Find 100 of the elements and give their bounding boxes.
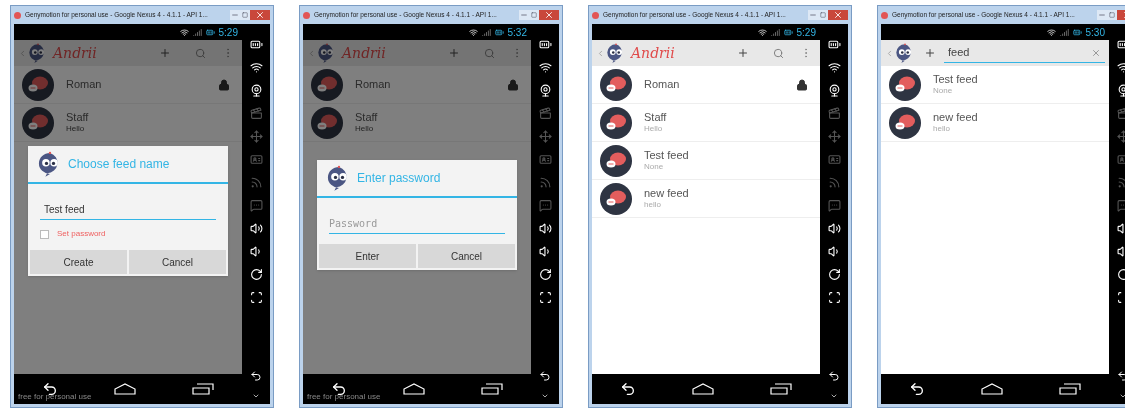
back-icon[interactable]: [250, 370, 262, 382]
caret-icon[interactable]: [830, 392, 838, 400]
battery-icon[interactable]: [538, 38, 552, 51]
dialog-title: Choose feed name: [68, 156, 170, 173]
dialog-button[interactable]: Cancel: [418, 244, 515, 268]
home-icon[interactable]: [114, 383, 136, 395]
app-icon: [592, 11, 599, 19]
add-icon[interactable]: [737, 47, 749, 59]
battery-icon[interactable]: [249, 38, 263, 51]
wifi-icon: [1046, 27, 1056, 37]
back-icon[interactable]: [620, 381, 636, 397]
add-icon[interactable]: [159, 47, 171, 59]
feed-subtitle: None: [933, 86, 954, 97]
battery-icon: [205, 27, 215, 37]
chat-avatar-icon: [600, 182, 632, 215]
signal-icon: [770, 27, 780, 37]
battery-icon: [494, 27, 504, 37]
volume-up-icon[interactable]: [249, 222, 263, 235]
caret-icon[interactable]: [541, 392, 549, 400]
chat-avatar-icon: [22, 106, 54, 139]
clock: 5:32: [507, 25, 527, 40]
close-icon[interactable]: [250, 10, 270, 20]
home-icon[interactable]: [692, 383, 714, 395]
rotate-icon[interactable]: [538, 268, 552, 281]
feed-name: Staff: [355, 110, 379, 125]
resize-icon[interactable]: [538, 291, 552, 304]
dialog-button[interactable]: Cancel: [129, 250, 226, 274]
recent-apps-icon[interactable]: [192, 383, 214, 395]
dpad-icon[interactable]: [827, 130, 841, 143]
recent-apps-icon[interactable]: [770, 383, 792, 395]
clapperboard-icon[interactable]: [538, 107, 552, 120]
wifi-icon: [179, 27, 189, 37]
message-icon[interactable]: [538, 199, 552, 212]
caret-icon[interactable]: [1119, 392, 1125, 400]
feed-name: new feed: [933, 110, 979, 125]
message-icon[interactable]: [827, 199, 841, 212]
back-icon[interactable]: [828, 370, 840, 382]
volume-down-icon[interactable]: [538, 245, 552, 258]
volume-up-icon[interactable]: [827, 222, 841, 235]
home-icon[interactable]: [403, 383, 425, 395]
chat-avatar-icon: [600, 144, 632, 177]
dpad-icon[interactable]: [538, 130, 552, 143]
app-icon: [881, 11, 888, 19]
app-icon: [14, 11, 21, 19]
feed-subtitle: Hello: [66, 124, 86, 135]
rotate-icon[interactable]: [249, 268, 263, 281]
home-icon[interactable]: [981, 383, 1003, 395]
close-icon[interactable]: [539, 10, 559, 20]
close-icon[interactable]: [828, 10, 848, 20]
feed-name: Test feed: [933, 72, 979, 87]
resize-icon[interactable]: [249, 291, 263, 304]
volume-down-icon[interactable]: [827, 245, 841, 258]
battery-icon[interactable]: [827, 38, 841, 51]
volume-down-icon[interactable]: [249, 245, 263, 258]
feed-name: Roman: [644, 77, 681, 92]
back-icon[interactable]: [539, 370, 551, 382]
recent-apps-icon[interactable]: [481, 383, 503, 395]
feed-subtitle: hello: [933, 124, 951, 135]
dpad-icon[interactable]: [249, 130, 263, 143]
chat-avatar-icon: [22, 68, 54, 101]
chat-avatar-icon: [600, 106, 632, 139]
app-title: Andrii: [342, 43, 387, 63]
resize-icon[interactable]: [827, 291, 841, 304]
app-title: Andrii: [631, 43, 676, 63]
add-icon[interactable]: [924, 47, 936, 59]
password-field[interactable]: Password: [329, 214, 505, 234]
feed-name: new feed: [644, 186, 690, 201]
clock: 5:30: [1085, 25, 1105, 40]
rotate-icon[interactable]: [827, 268, 841, 281]
chat-avatar-icon: [889, 68, 921, 101]
watermark-text: free for personal use: [18, 391, 92, 403]
dialog-button[interactable]: Enter: [319, 244, 416, 268]
dialog-button[interactable]: Create: [30, 250, 127, 274]
clock: 5:29: [796, 25, 816, 40]
caret-icon[interactable]: [252, 392, 260, 400]
search-icon[interactable]: [773, 47, 784, 59]
webcam-icon[interactable]: [538, 84, 552, 97]
clock: 5:29: [218, 25, 238, 40]
recent-apps-icon[interactable]: [1059, 383, 1081, 395]
feed-name: Roman: [355, 77, 392, 92]
feed-subtitle: Hello: [644, 124, 664, 135]
wifi-icon: [468, 27, 478, 37]
name-field[interactable]: Test feed: [40, 200, 216, 220]
feed-name: Test feed: [644, 148, 690, 163]
clapperboard-icon[interactable]: [827, 107, 841, 120]
signal-icon: [481, 27, 491, 37]
chat-avatar-icon: [311, 106, 343, 139]
chat-avatar-icon: [889, 106, 921, 139]
message-icon[interactable]: [249, 199, 263, 212]
add-icon[interactable]: [448, 47, 460, 59]
back-icon[interactable]: [909, 381, 925, 397]
clapperboard-icon[interactable]: [249, 107, 263, 120]
volume-up-icon[interactable]: [538, 222, 552, 235]
signal-icon: [192, 27, 202, 37]
chat-avatar-icon: [311, 68, 343, 101]
checkbox[interactable]: [40, 229, 49, 239]
webcam-icon[interactable]: [827, 84, 841, 97]
battery-icon: [783, 27, 793, 37]
battery-icon: [1072, 27, 1082, 37]
webcam-icon[interactable]: [249, 84, 263, 97]
